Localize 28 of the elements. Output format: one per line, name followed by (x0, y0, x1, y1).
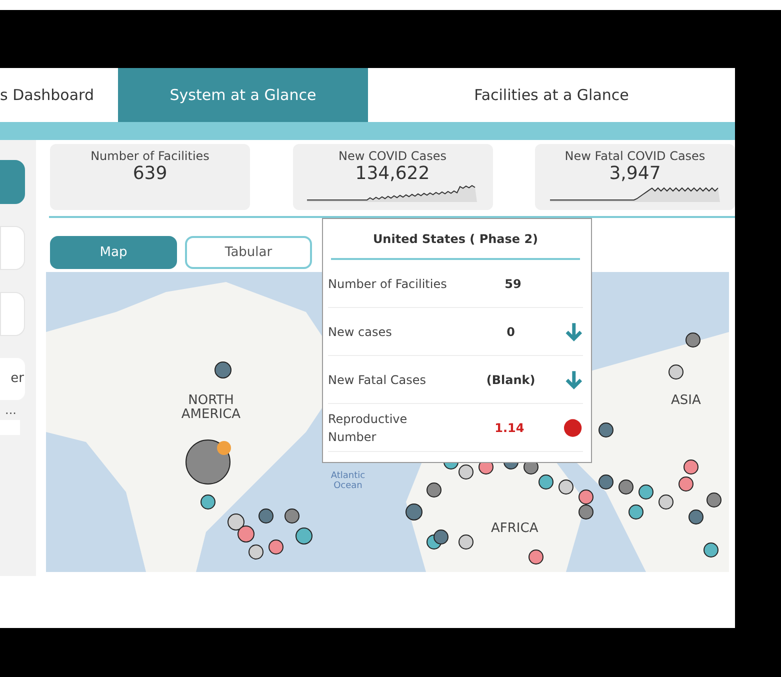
tooltip-label: New Fatal Cases (328, 372, 427, 388)
down-arrow-icon (565, 370, 583, 390)
kpi-title: New Fatal COVID Cases (564, 150, 706, 164)
status-dot-icon (563, 418, 583, 438)
down-arrow-icon (565, 322, 583, 342)
slicer-label[interactable]: er (0, 358, 25, 400)
tooltip-value: 59 (504, 276, 522, 292)
kpi-value: 134,622 (354, 163, 431, 185)
more-options-icon[interactable]: ... (5, 404, 36, 416)
tooltip-label: New cases (328, 324, 393, 340)
region-label: AFRICA (491, 522, 538, 536)
kpi-value: 3,947 (608, 163, 662, 185)
tooltip-label: Reproductive Number (328, 410, 408, 446)
kpi-title: Number of Facilities (90, 150, 210, 164)
sidebar-button[interactable] (0, 160, 25, 204)
view-toggle[interactable]: Map (50, 236, 177, 269)
region-label: ASIA (671, 394, 701, 408)
view-toggle[interactable]: Tabular (185, 236, 312, 269)
tab[interactable]: System at a Glance (118, 68, 368, 122)
tooltip-title: United States ( Phase 2) (331, 225, 580, 260)
tooltip-value: 1.14 (494, 420, 526, 436)
tooltip-value: (Blank) (485, 372, 536, 388)
kpi-value: 639 (132, 163, 168, 185)
tooltip-value: 0 (506, 324, 516, 340)
region-label: NORTH AMERICA (180, 394, 242, 423)
ocean-label: Atlantic Ocean (330, 472, 366, 492)
kpi-title: New COVID Cases (337, 150, 448, 164)
tooltip-label: Number of Facilities (328, 276, 448, 292)
